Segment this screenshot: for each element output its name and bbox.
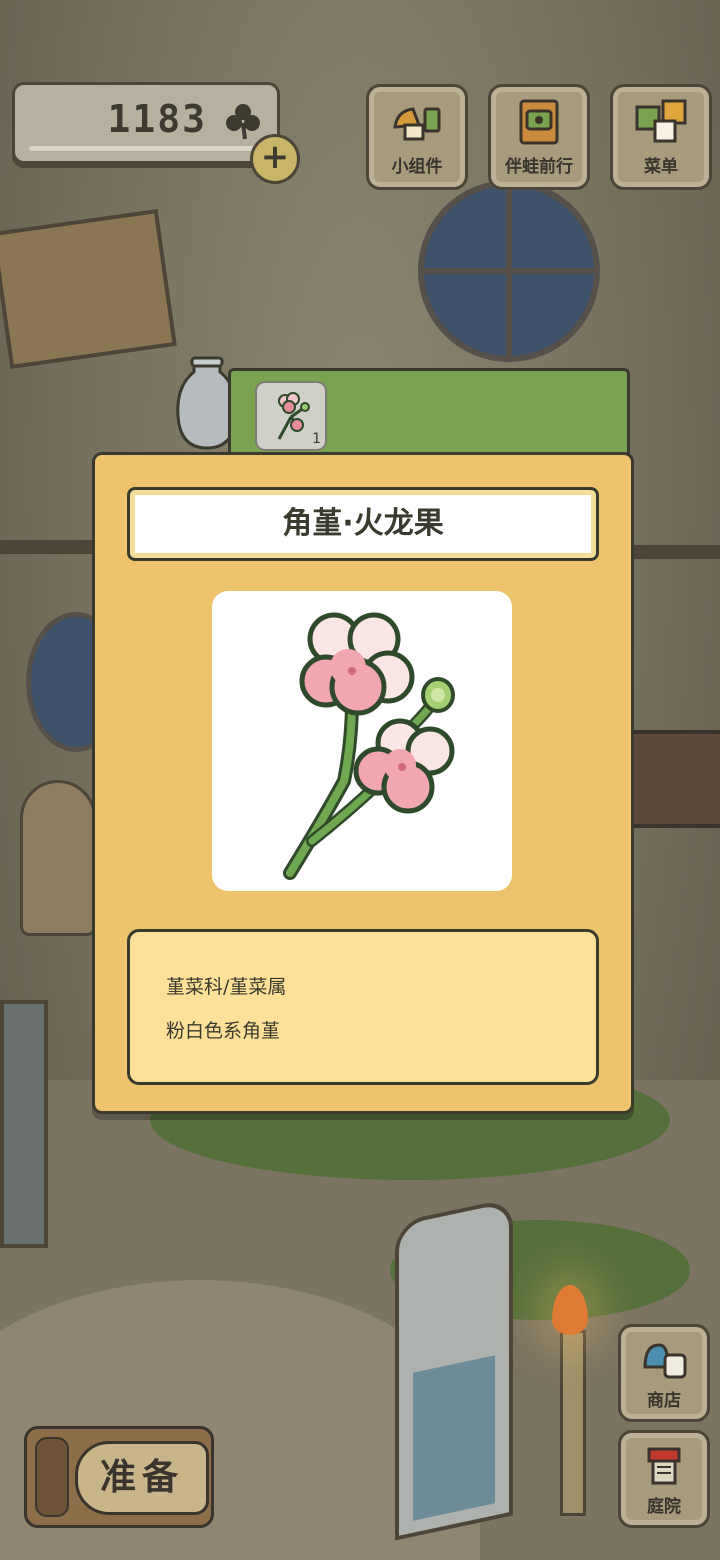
flower-item-tab[interactable]: 1	[255, 381, 327, 451]
widgets-icon	[393, 107, 441, 141]
prepare-button[interactable]: 准备	[24, 1426, 214, 1528]
clover-bar	[29, 146, 257, 151]
shop-label: 商店	[647, 1391, 681, 1411]
garden-button[interactable]: 庭院	[618, 1430, 710, 1528]
background-wall-scroll	[0, 208, 177, 370]
shop-icon	[643, 1343, 687, 1379]
clover-icon	[226, 104, 260, 140]
menu-icon	[635, 99, 687, 143]
plus-icon: +	[260, 137, 290, 177]
clover-count: 1183	[107, 97, 207, 141]
item-family: 堇菜科/堇菜属	[166, 976, 287, 998]
prepare-button-cap	[35, 1437, 69, 1517]
background-shelf-right	[620, 545, 720, 559]
flower-item-count: 1	[312, 431, 321, 447]
background-candle-stand	[560, 1330, 586, 1516]
background-folding-screen	[395, 1197, 513, 1541]
prepare-label: 准备	[75, 1441, 209, 1515]
shop-button[interactable]: 商店	[618, 1324, 710, 1422]
add-clover-button[interactable]: +	[250, 134, 300, 184]
background-bag	[20, 780, 96, 936]
menu-label: 菜单	[644, 157, 678, 177]
item-name: 角堇·火龙果	[127, 487, 599, 561]
viola-flower-icon	[283, 612, 455, 880]
menu-button[interactable]: 菜单	[610, 84, 712, 190]
item-image-frame	[212, 591, 512, 891]
item-description-box: 堇菜科/堇菜属 粉白色系角堇	[127, 929, 599, 1085]
widgets-button[interactable]: 小组件	[366, 84, 468, 190]
widgets-label: 小组件	[391, 157, 443, 177]
background-mirror	[0, 1000, 48, 1248]
garden-label: 庭院	[647, 1497, 681, 1517]
background-round-window	[418, 180, 600, 362]
item-detail-panel: 角堇·火龙果 堇菜科/堇菜属 粉白色系角堇	[92, 452, 634, 1114]
item-tab-bar: 1	[228, 368, 630, 455]
background-table	[625, 730, 720, 828]
travel-with-frog-button[interactable]: 伴蛙前行	[488, 84, 590, 190]
clover-counter: 1183	[12, 82, 280, 164]
travel-book-icon	[519, 99, 559, 145]
garden-gate-icon	[647, 1447, 681, 1485]
item-description: 粉白色系角堇	[166, 1020, 281, 1042]
travel-label: 伴蛙前行	[505, 157, 573, 177]
